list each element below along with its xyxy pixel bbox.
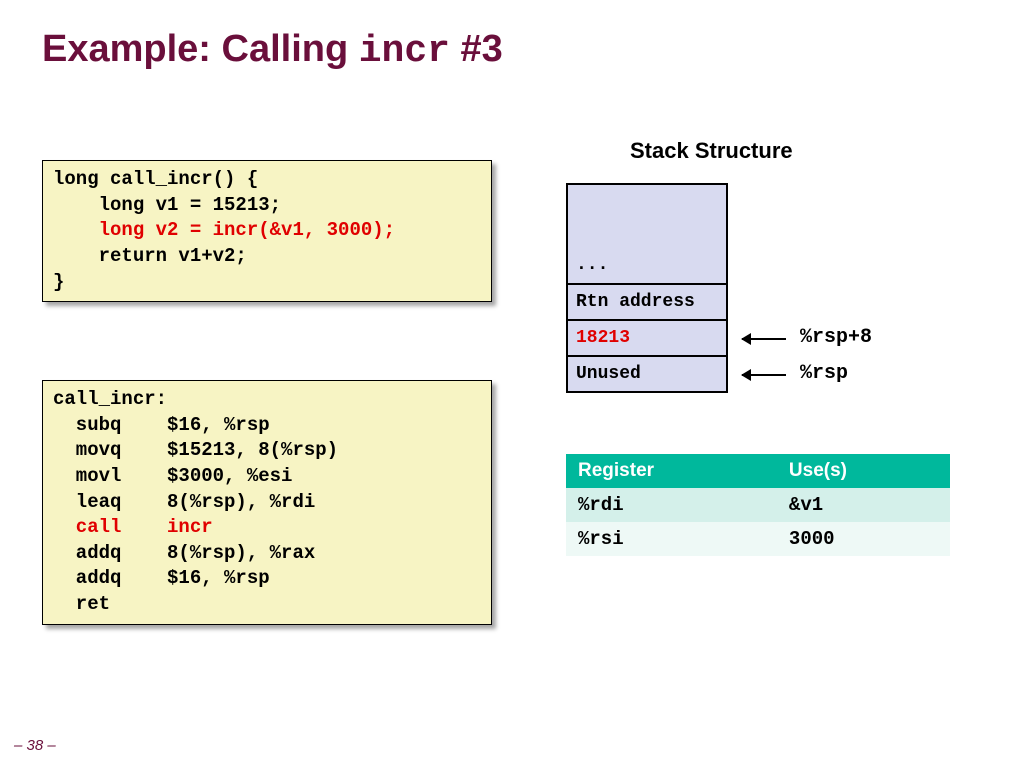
stack-pointer-label: %rsp+8 — [800, 326, 872, 349]
stack-cell: Rtn address — [566, 285, 728, 321]
asm-line: addq 8(%rsp), %rax — [53, 542, 315, 564]
arrow-icon — [742, 338, 786, 340]
stack-cell: Unused — [566, 357, 728, 393]
page-number: – 38 – — [14, 737, 56, 754]
reg-use: 3000 — [777, 522, 950, 556]
table-header: Register — [566, 454, 777, 488]
asm-line: movq $15213, 8(%rsp) — [53, 439, 338, 461]
asm-line: ret — [53, 593, 110, 615]
table-header-row: Register Use(s) — [566, 454, 950, 488]
slide-title: Example: Calling incr #3 — [42, 28, 503, 73]
table-row: %rsi 3000 — [566, 522, 950, 556]
table-row: %rdi &v1 — [566, 488, 950, 522]
c-line: return v1+v2; — [53, 245, 247, 267]
stack-cell: ... — [566, 183, 728, 285]
reg-name: %rsi — [566, 522, 777, 556]
stack-diagram: ... Rtn address 18213 Unused — [566, 183, 728, 393]
asm-line-highlight: call incr — [53, 516, 213, 538]
title-prefix: Example: Calling — [42, 28, 359, 70]
c-line: long v1 = 15213; — [53, 194, 281, 216]
stack-structure-title: Stack Structure — [630, 138, 793, 164]
register-table: Register Use(s) %rdi &v1 %rsi 3000 — [566, 454, 950, 556]
asm-line: call_incr: — [53, 388, 167, 410]
asm-line: movl $3000, %esi — [53, 465, 292, 487]
stack-cell-value: 18213 — [566, 321, 728, 357]
asm-line: subq $16, %rsp — [53, 414, 270, 436]
title-mono: incr — [359, 30, 450, 73]
asm-line: addq $16, %rsp — [53, 567, 270, 589]
reg-name: %rdi — [566, 488, 777, 522]
c-source-box: long call_incr() { long v1 = 15213; long… — [42, 160, 492, 302]
table-header: Use(s) — [777, 454, 950, 488]
reg-use: &v1 — [777, 488, 950, 522]
stack-pointer-label: %rsp — [800, 362, 848, 385]
c-line: long call_incr() { — [53, 168, 258, 190]
arrow-icon — [742, 374, 786, 376]
asm-box: call_incr: subq $16, %rsp movq $15213, 8… — [42, 380, 492, 625]
title-suffix: #3 — [450, 28, 503, 70]
c-line-highlight: long v2 = incr(&v1, 3000); — [53, 219, 395, 241]
c-line: } — [53, 271, 64, 293]
asm-line: leaq 8(%rsp), %rdi — [53, 491, 315, 513]
